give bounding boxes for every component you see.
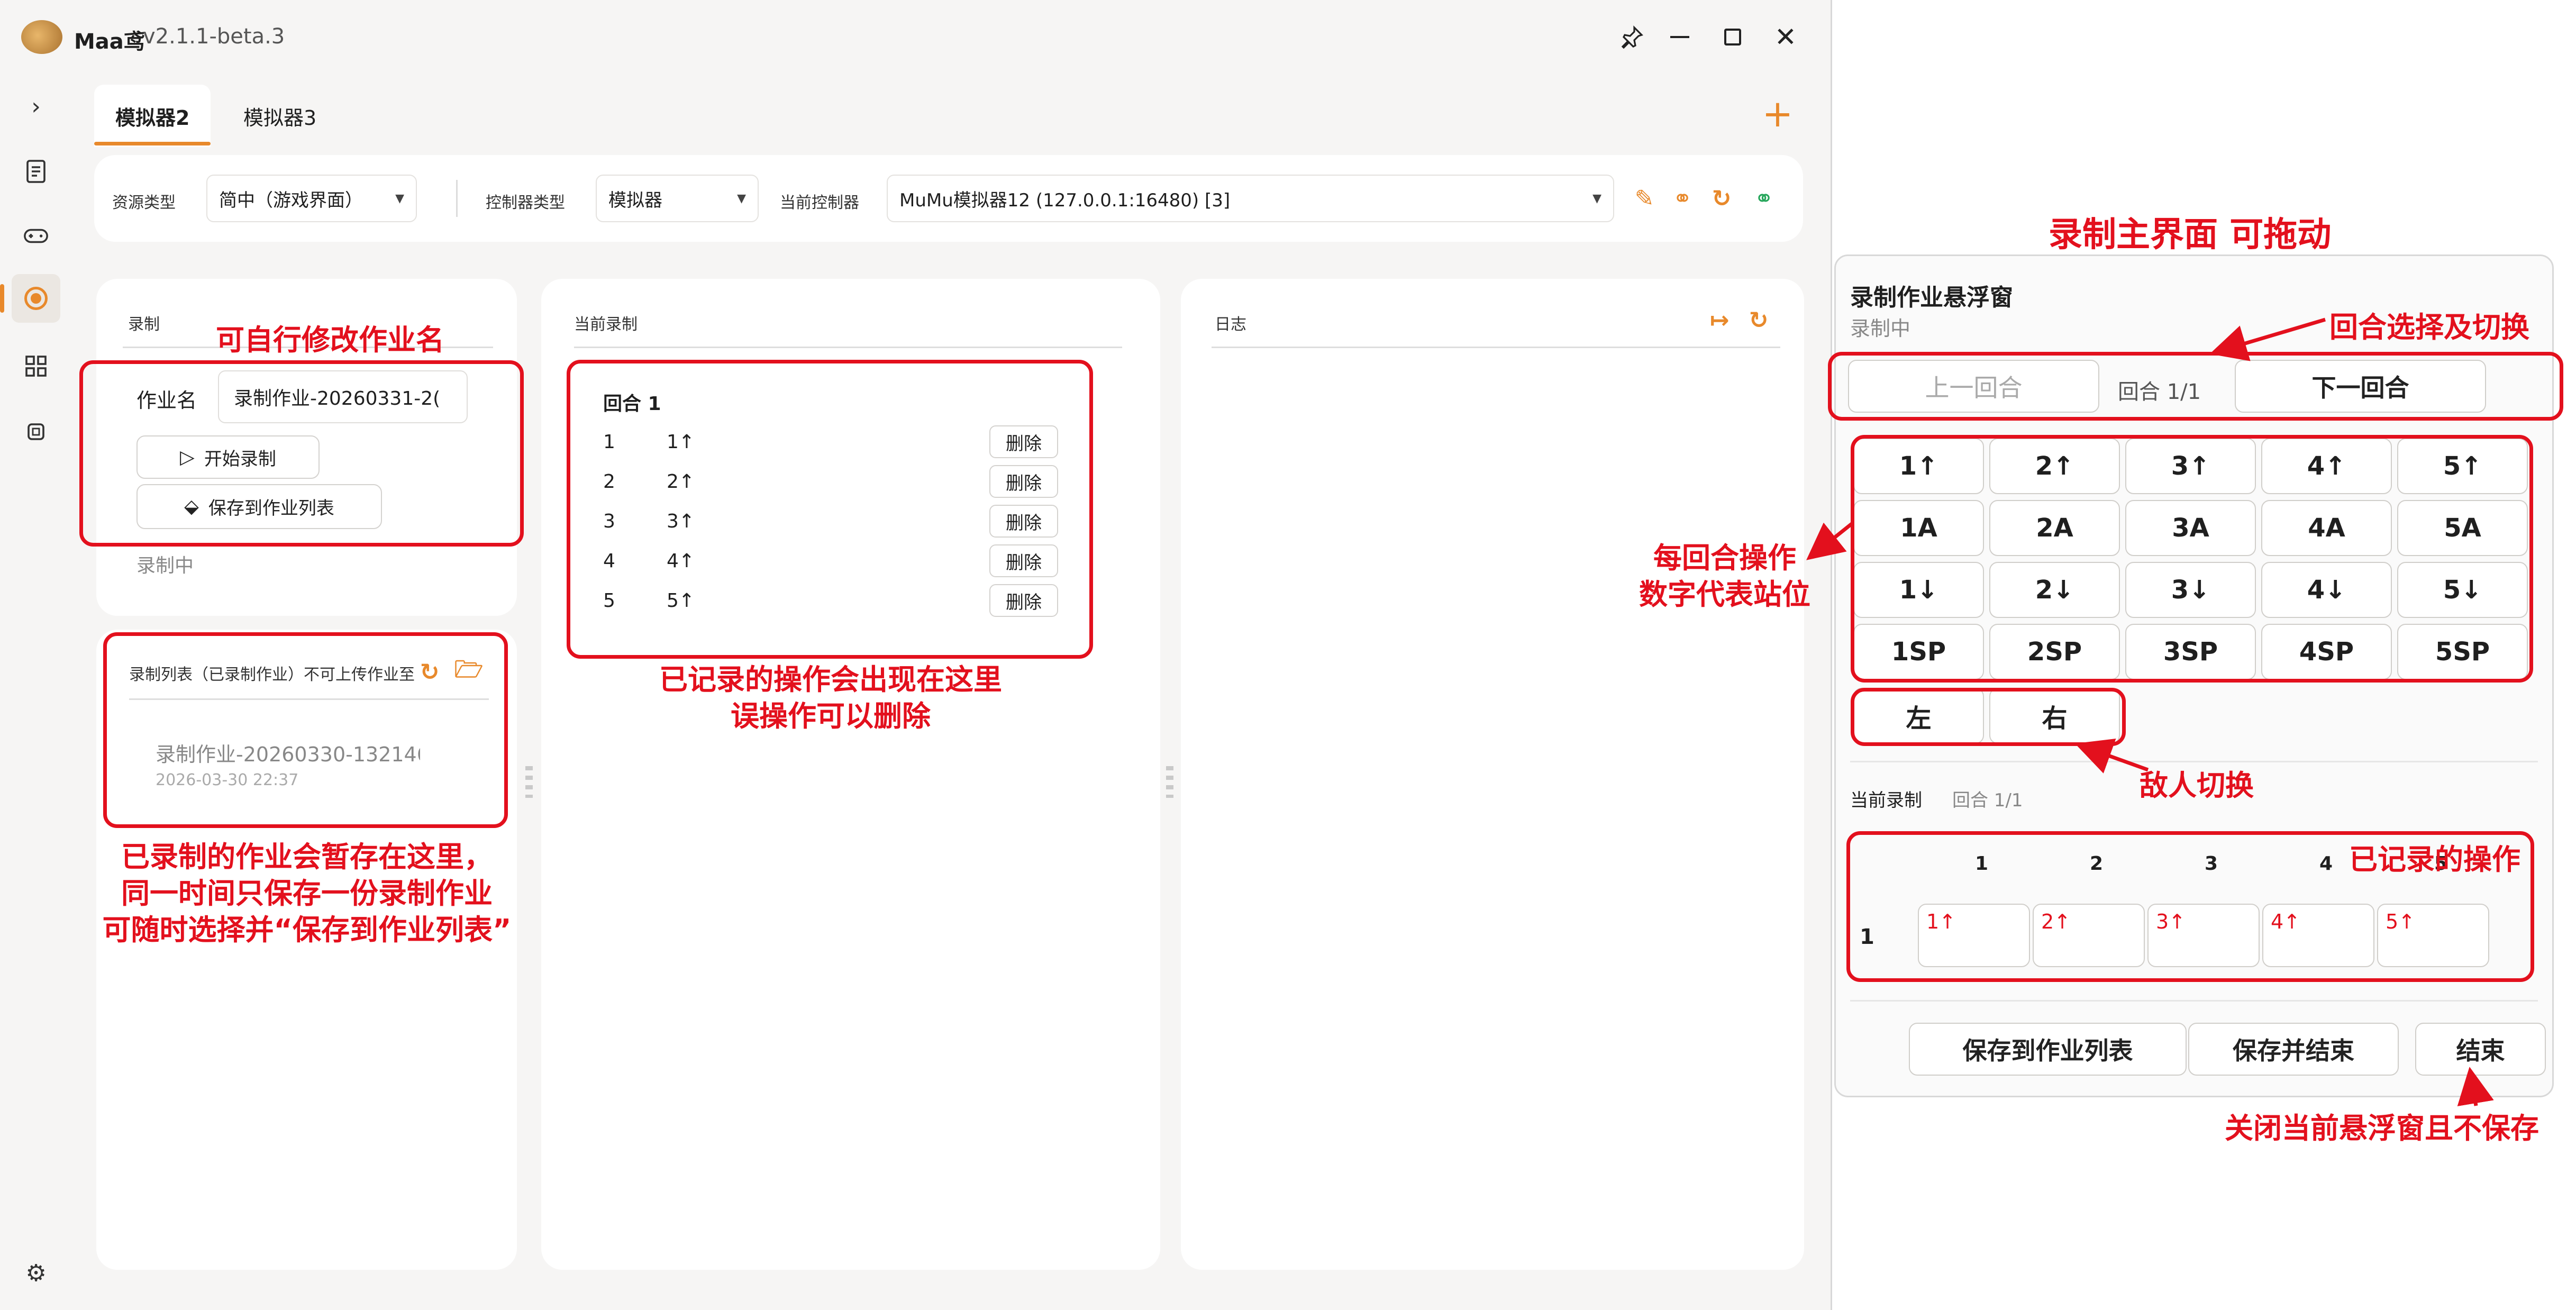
annotation-arrows: [1806, 317, 2494, 1106]
